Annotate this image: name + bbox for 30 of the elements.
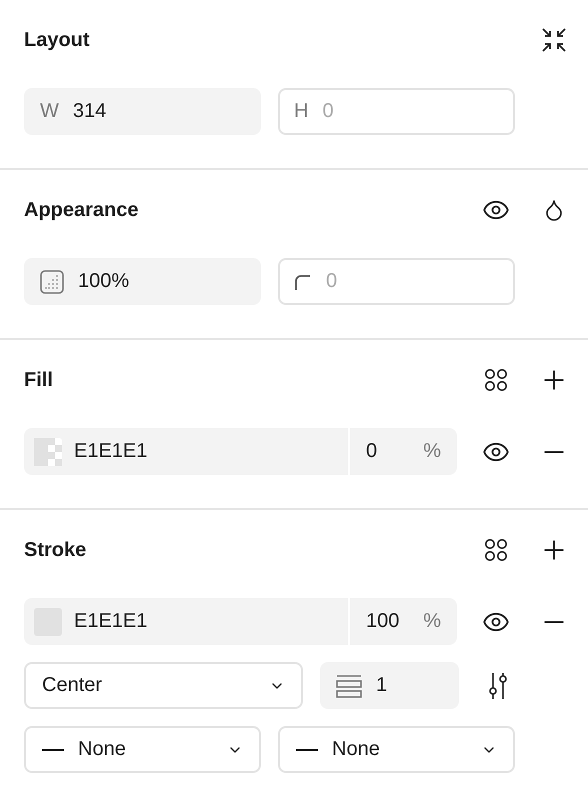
weight-icon — [336, 674, 362, 698]
field-value: 1 — [376, 674, 388, 697]
field-placeholder: 0 — [322, 100, 334, 123]
height-field[interactable]: H 0 — [278, 88, 515, 135]
hex-value: E1E1E1 — [74, 440, 148, 463]
color-swatch[interactable] — [34, 438, 62, 466]
field-placeholder: 0 — [326, 270, 338, 293]
cap-dropdown[interactable]: None — [24, 726, 261, 773]
opacity-value: 0 — [366, 440, 378, 463]
percent-unit: % — [423, 440, 441, 463]
color-field[interactable]: E1E1E1 100 % — [24, 598, 457, 645]
weight-field[interactable]: 1 — [320, 662, 459, 709]
width-field[interactable]: W 314 — [24, 88, 261, 135]
section-title: Stroke — [24, 538, 86, 562]
section-title: Layout — [24, 28, 90, 52]
corner-icon — [294, 272, 312, 290]
cap-dropdown[interactable]: None — [278, 726, 515, 773]
position-dropdown[interactable]: Center — [24, 662, 303, 709]
field-label: H — [294, 100, 308, 123]
opacity-value: 100 — [366, 610, 400, 633]
hex-value: E1E1E1 — [74, 610, 148, 633]
section-title: Appearance — [24, 198, 138, 222]
opacity-icon — [40, 270, 64, 294]
field-value: 100% — [78, 270, 130, 293]
field-value: 314 — [72, 100, 106, 123]
section-title: Fill — [24, 368, 53, 392]
field-label: W — [40, 100, 59, 123]
color-field[interactable]: E1E1E1 0 % — [24, 428, 457, 475]
percent-unit: % — [423, 610, 441, 633]
opacity-field[interactable]: 100% — [24, 258, 261, 305]
